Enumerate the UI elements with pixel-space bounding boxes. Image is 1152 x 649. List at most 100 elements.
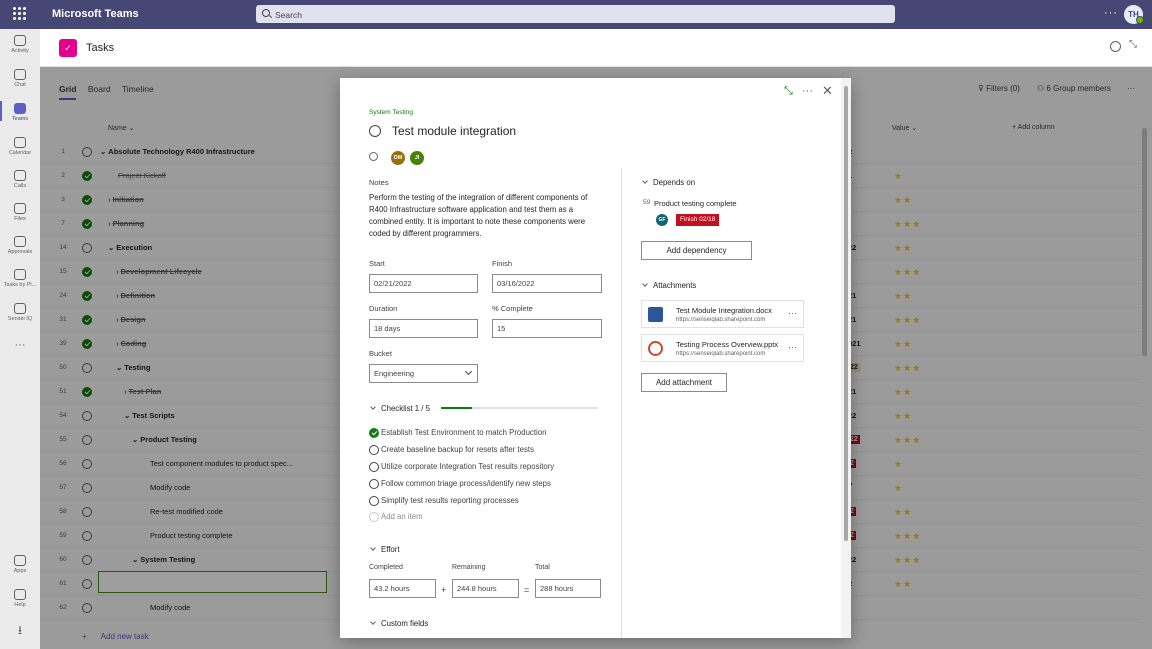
total-label: Total (535, 564, 550, 571)
task-details-dialog: ⤡ ··· ✕ System Testing Test module integ… (340, 78, 851, 638)
assign-person-icon[interactable] (369, 152, 378, 161)
add-checklist-item-input[interactable]: Add an item (369, 512, 423, 522)
search-input[interactable]: Search (256, 5, 895, 23)
effort-header[interactable]: Effort (369, 545, 400, 554)
checklist-item-text: Create baseline backup for resets after … (381, 445, 534, 454)
app-launcher-icon[interactable] (13, 7, 26, 20)
rail-item-help[interactable]: Help (0, 589, 40, 608)
avatar[interactable]: TH (1124, 5, 1144, 24)
rail-item-approvals[interactable]: Approvals (0, 236, 40, 255)
rail-item-calls[interactable]: Calls (0, 170, 40, 189)
rail-item-activity[interactable]: Activity (0, 35, 40, 54)
total-effort-field[interactable]: 288 hours (535, 579, 601, 598)
checklist-item-text: Simplify test results reporting processe… (381, 496, 519, 505)
duration-field[interactable]: 18 days (369, 319, 478, 338)
checklist-item-checkbox[interactable] (369, 445, 379, 455)
tasks-icon (14, 269, 26, 280)
checklist-header[interactable]: Checklist 1 / 5 (369, 404, 430, 413)
percent-complete-label: % Complete (492, 304, 533, 313)
rail-item-tasks-by-pl[interactable]: Tasks by Pl... (0, 269, 40, 288)
rail-item-files[interactable]: Files (0, 203, 40, 222)
tasks-logo-icon: ✓ (59, 39, 77, 57)
expand-icon[interactable]: ⤡ (784, 85, 793, 98)
word-file-icon (648, 307, 663, 322)
add-dependency-button[interactable]: Add dependency (641, 241, 752, 260)
finish-date-field[interactable]: 03/16/2022 (492, 274, 602, 293)
rail-item-label: Calendar (8, 150, 32, 156)
depends-on-header[interactable]: Depends on (641, 178, 695, 187)
checklist-item[interactable]: Utilize corporate Integration Test resul… (369, 462, 555, 472)
checklist-label: Checklist 1 / 5 (381, 404, 430, 413)
dialog-scrollbar[interactable] (841, 78, 851, 638)
checklist-add-icon (369, 512, 379, 522)
checklist-item[interactable]: Simplify test results reporting processe… (369, 496, 519, 506)
chat-icon (14, 69, 26, 80)
attachment-url: https://senseiqlab.sharepoint.com (676, 351, 766, 357)
start-label: Start (369, 259, 385, 268)
checklist-item-checkbox[interactable] (369, 479, 379, 489)
add-attachment-button[interactable]: Add attachment (641, 373, 727, 392)
notes-label: Notes (369, 178, 389, 187)
rail-item-label: Approvals (7, 249, 33, 255)
equals-sign: = (524, 585, 530, 595)
app-title: Microsoft Teams (52, 8, 139, 20)
rail-item-teams[interactable]: Teams (0, 101, 40, 122)
tab-title: Tasks (86, 42, 115, 54)
calendar-icon (14, 137, 26, 148)
apps-icon (14, 555, 26, 566)
collapse-icon[interactable]: ⤡ (1129, 39, 1140, 50)
teams-icon (14, 103, 26, 114)
checklist-item[interactable]: Establish Test Environment to match Prod… (369, 428, 546, 438)
close-icon[interactable]: ✕ (822, 83, 833, 99)
checklist-item-text: Utilize corporate Integration Test resul… (381, 462, 555, 471)
rail-item-label: Apps (13, 568, 27, 574)
assignee-avatar[interactable]: JI (410, 151, 424, 165)
attachments-header[interactable]: Attachments (641, 281, 696, 290)
attachment-name: Test Module Integration.docx (676, 306, 772, 315)
files-icon (14, 203, 26, 214)
checklist-item[interactable]: Create baseline backup for resets after … (369, 445, 534, 455)
rail-item-calendar[interactable]: Calendar (0, 137, 40, 156)
dependency-name[interactable]: Product testing complete (654, 199, 737, 208)
attachment-item[interactable]: Test Module Integration.docx https://sen… (641, 300, 804, 328)
chevron-down-icon (370, 404, 376, 410)
dialog-more-icon[interactable]: ··· (802, 85, 813, 97)
attachment-more-icon[interactable]: ··· (788, 308, 797, 318)
checklist-item-checkbox[interactable] (369, 428, 379, 438)
checklist-item-checkbox[interactable] (369, 496, 379, 506)
more-options-icon[interactable]: ··· (1104, 7, 1118, 19)
remaining-effort-field[interactable]: 244.8 hours (452, 579, 519, 598)
rail-item-sensei-iq[interactable]: Sensei IQ (0, 303, 40, 322)
attachment-item[interactable]: Testing Process Overview.pptx https://se… (641, 334, 804, 362)
attachment-url: https://senseiqlab.sharepoint.com (676, 317, 766, 323)
rail-item-apps[interactable]: Apps (0, 555, 40, 574)
rail-item-label: Tasks by Pl... (3, 282, 37, 288)
checklist-item-checkbox[interactable] (369, 462, 379, 472)
dialog-scrollbar-thumb[interactable] (844, 86, 848, 541)
tab-header: ✓ Tasks ⤡ (40, 29, 1152, 67)
start-date-field[interactable]: 02/21/2022 (369, 274, 478, 293)
task-title[interactable]: Test module integration (392, 124, 516, 138)
download-icon[interactable]: ⭳ (0, 621, 40, 642)
rail-item-label: Teams (11, 116, 29, 122)
bucket-dropdown[interactable]: Engineering (369, 364, 478, 383)
conversation-icon[interactable] (1110, 41, 1121, 52)
custom-fields-header[interactable]: Custom fields (369, 619, 428, 628)
notes-field[interactable]: Perform the testing of the integration o… (369, 192, 601, 240)
dialog-divider (621, 168, 622, 638)
remaining-label: Remaining (452, 564, 486, 571)
search-icon (262, 9, 270, 17)
attachment-more-icon[interactable]: ··· (788, 342, 797, 352)
dependency-number: 59 (643, 199, 651, 206)
sensei-icon (14, 303, 26, 314)
completed-effort-field[interactable]: 43.2 hours (369, 579, 436, 598)
checklist-item[interactable]: Follow common triage process/identify ne… (369, 479, 551, 489)
checklist-item-text: Follow common triage process/identify ne… (381, 479, 551, 488)
depends-on-label: Depends on (653, 178, 696, 187)
chevron-down-icon (370, 619, 376, 625)
complete-task-checkbox[interactable] (369, 125, 381, 137)
assignee-avatar[interactable]: DM (391, 151, 405, 165)
more-apps-icon[interactable]: ··· (0, 339, 40, 351)
rail-item-chat[interactable]: Chat (0, 69, 40, 88)
percent-complete-field[interactable]: 15 (492, 319, 602, 338)
